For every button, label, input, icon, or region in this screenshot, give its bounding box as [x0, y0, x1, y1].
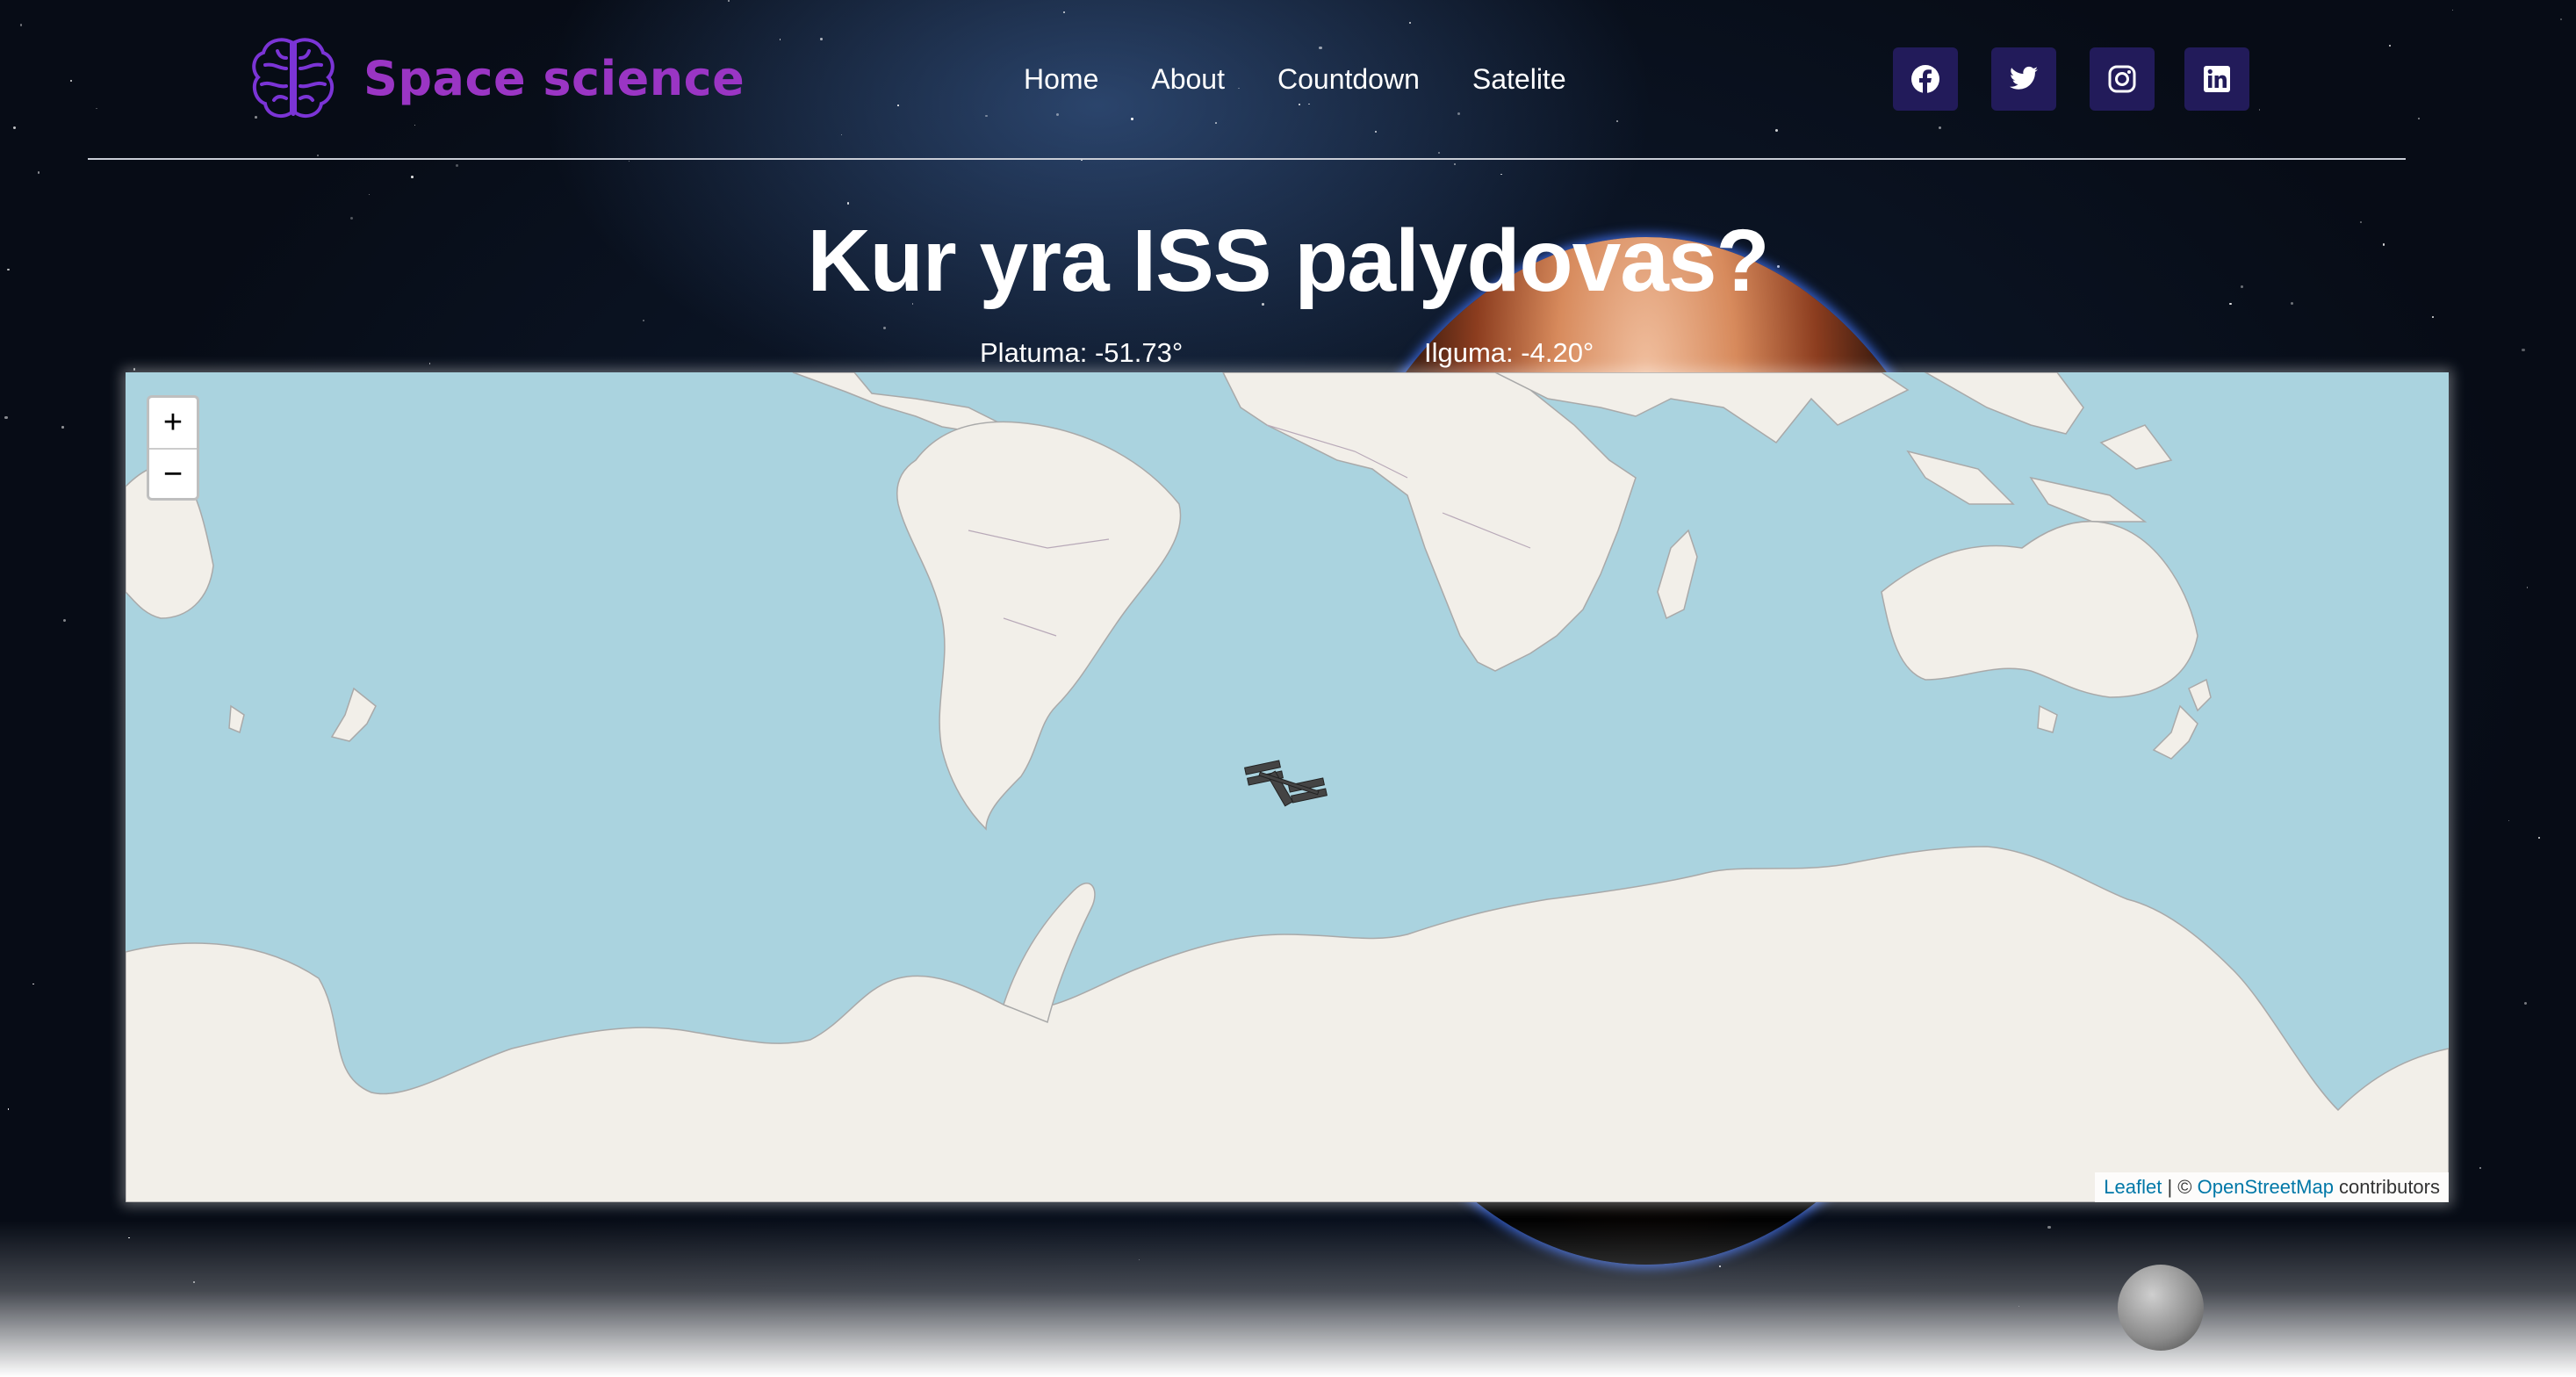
header-divider	[88, 158, 2406, 160]
map-attribution: Leaflet | © OpenStreetMap contributors	[2095, 1172, 2449, 1202]
attribution-suffix: contributors	[2333, 1176, 2440, 1198]
site-header: Space science Home About Countdown Satel…	[0, 0, 2576, 160]
nav-home[interactable]: Home	[1024, 63, 1098, 96]
twitter-icon	[2010, 66, 2038, 90]
star	[455, 163, 459, 167]
star	[2527, 587, 2529, 588]
latitude-readout: Platuma: -51.73°	[980, 337, 1184, 368]
star	[642, 319, 644, 321]
star	[2537, 836, 2540, 840]
star	[2479, 1166, 2481, 1170]
leaflet-link[interactable]: Leaflet	[2104, 1176, 2162, 1198]
zoom-in-button[interactable]: +	[149, 398, 197, 448]
nav-about[interactable]: About	[1151, 63, 1225, 96]
brand-name[interactable]: Space science	[363, 51, 745, 106]
facebook-button[interactable]	[1893, 47, 1958, 111]
iss-satellite-icon[interactable]	[1241, 759, 1337, 820]
star	[2523, 1001, 2527, 1005]
nav-countdown[interactable]: Countdown	[1277, 63, 1420, 96]
star	[2508, 819, 2510, 821]
star	[369, 193, 371, 195]
zoom-control: + −	[147, 395, 199, 501]
star	[37, 170, 40, 174]
star	[1454, 162, 1457, 166]
star	[2522, 349, 2525, 352]
zoom-out-button[interactable]: −	[149, 448, 197, 498]
star	[61, 426, 64, 429]
brain-icon[interactable]	[248, 33, 339, 125]
nav-satelite[interactable]: Satelite	[1472, 63, 1566, 96]
linkedin-icon	[2204, 66, 2230, 92]
star	[629, 161, 630, 162]
star	[846, 202, 850, 205]
twitter-button[interactable]	[1991, 47, 2056, 111]
star	[428, 363, 431, 364]
facebook-icon	[1911, 65, 1939, 93]
instagram-button[interactable]	[2090, 47, 2155, 111]
star	[2432, 316, 2434, 318]
longitude-readout: Ilguma: -4.20°	[1424, 337, 1594, 368]
star	[882, 326, 887, 330]
star	[7, 1108, 10, 1110]
star	[62, 619, 66, 623]
page-title: Kur yra ISS palydovas?	[807, 212, 1769, 310]
main-nav: Home About Countdown Satelite	[1024, 63, 1566, 96]
moon-illustration	[2118, 1265, 2204, 1351]
star	[4, 415, 8, 420]
star	[410, 176, 414, 179]
star	[1500, 173, 1503, 176]
instagram-icon	[2108, 65, 2136, 93]
linkedin-button[interactable]	[2184, 47, 2249, 111]
attribution-separator: | ©	[2162, 1176, 2198, 1198]
star	[133, 368, 136, 371]
openstreetmap-link[interactable]: OpenStreetMap	[2198, 1176, 2334, 1198]
iss-map[interactable]: + − Leaflet | © OpenStreetMap contributo…	[126, 372, 2449, 1202]
